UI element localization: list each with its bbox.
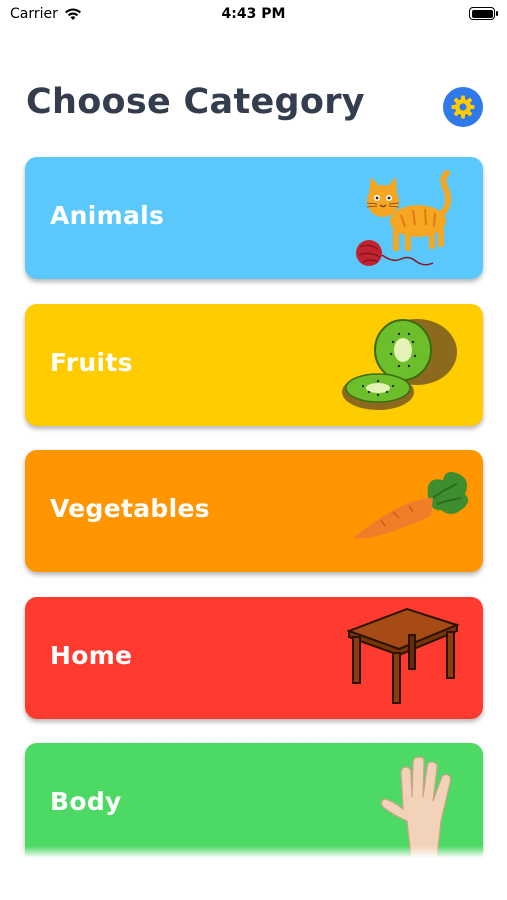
cat-icon [356,170,452,266]
gear-icon [451,95,475,119]
status-time: 4:43 PM [221,6,286,22]
kiwi-icon [342,318,457,410]
hand-icon [380,756,452,857]
category-card-animals[interactable]: Animals [25,157,483,279]
category-list: Animals Fruits Vegetables Home Body [25,157,483,890]
category-label: Home [50,640,133,670]
settings-button[interactable] [443,87,483,127]
category-card-fruits[interactable]: Fruits [25,303,483,426]
carrot-icon [353,472,469,539]
status-bar: Carrier 4:43 PM [0,0,507,30]
category-label: Fruits [50,347,133,377]
category-card-home[interactable]: Home [25,596,483,719]
bottom-fade [0,846,507,900]
category-card-vegetables[interactable]: Vegetables [25,450,483,572]
category-label: Body [50,787,122,816]
page-title: Choose Category [26,82,365,122]
category-label: Vegetables [50,494,210,523]
battery-icon [469,7,498,20]
table-icon [346,607,460,704]
category-label: Animals [50,201,165,230]
